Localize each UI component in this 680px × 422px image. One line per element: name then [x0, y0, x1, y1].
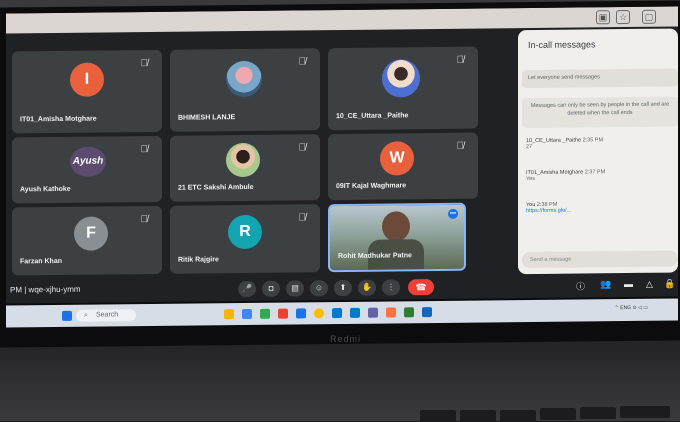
raise-hand-button[interactable]: ✋: [358, 279, 376, 296]
avatar: Ayush: [70, 146, 106, 177]
message-input-placeholder: Send a message: [530, 256, 572, 264]
participant-name: BHIMESH LANJE: [178, 114, 236, 122]
meeting-time: PM: [10, 285, 22, 295]
key: [500, 410, 536, 422]
mic-muted-icon: 🎙̸: [298, 142, 307, 154]
key: [420, 410, 456, 422]
participant-name: 21 ETC Sakshi Ambule: [178, 183, 254, 192]
avatar: W: [380, 141, 414, 176]
participant-name: 09IT Kajal Waghmare: [336, 182, 407, 191]
key: [540, 408, 576, 420]
chat-message: IT01_Amisha Motghare 2:37 PM Yes: [526, 169, 605, 182]
search-label: Search: [96, 311, 119, 319]
explorer-icon[interactable]: [224, 309, 234, 320]
captions-button[interactable]: ▤: [286, 280, 304, 297]
participant-tile[interactable]: W 🎙̸ 09IT Kajal Waghmare: [328, 132, 478, 201]
mic-muted-icon: 🎙̸: [456, 140, 465, 152]
end-call-button[interactable]: ☎: [408, 279, 434, 296]
participant-tile[interactable]: 🎙̸ 10_CE_Uttara _Paithe: [328, 46, 478, 131]
people-icon[interactable]: 👥: [600, 279, 611, 290]
mic-muted-icon: 🎙̸: [298, 56, 307, 68]
edge-icon[interactable]: [332, 308, 342, 319]
message-text: Yes: [526, 175, 535, 183]
key: [620, 406, 670, 418]
app-icon[interactable]: [368, 307, 378, 318]
taskbar-search[interactable]: ⌕ Search: [76, 309, 136, 322]
message-input[interactable]: Send a message: [522, 250, 678, 269]
message-time: 2:37 PM: [584, 169, 606, 176]
participant-tile[interactable]: F 🎙̸ Farzan Khan: [12, 205, 162, 276]
meeting-code: wqe-xjhu-ymm: [28, 284, 81, 295]
laptop-screen: ▣ ☆ ▢ I 🎙̸ IT01_Amisha Motghare 🎙̸ BHIME…: [6, 6, 678, 304]
windows-start-icon[interactable]: [62, 310, 72, 321]
avatar: R: [228, 214, 262, 250]
mic-muted-icon: 🎙̸: [140, 214, 149, 226]
avatar-photo: [226, 60, 262, 98]
message-text: 27: [526, 144, 533, 151]
info-icon[interactable]: ⓘ: [576, 279, 585, 292]
chat-icon[interactable]: ▬: [624, 279, 633, 289]
participant-tile[interactable]: R 🎙̸ Ritik Rajgire: [170, 204, 320, 274]
participant-name: Farzan Khan: [20, 257, 63, 266]
key: [460, 410, 496, 422]
avatar: I: [70, 62, 104, 97]
app-icon[interactable]: [278, 308, 288, 319]
participant-name: Ritik Rajgire: [178, 256, 219, 264]
chat-message: You 2:38 PM https://forms.gle/...: [526, 202, 571, 214]
video-person: [382, 211, 410, 242]
app-icon[interactable]: [422, 307, 432, 318]
store-icon[interactable]: [242, 308, 252, 320]
more-options-button[interactable]: ⋮: [382, 279, 400, 296]
send-messages-toggle[interactable]: Let everyone send messages: [522, 68, 678, 89]
chat-notice: Messages can only be seen by people in t…: [522, 96, 678, 129]
present-button[interactable]: ⬆: [334, 279, 352, 297]
window-restore-icon[interactable]: ▢: [642, 9, 656, 24]
system-tray[interactable]: ⌃ ENG ⊙ ◁ ▭: [615, 305, 648, 311]
panel-title: In-call messages: [528, 39, 596, 51]
search-icon: ⌕: [84, 311, 88, 319]
extension-icon[interactable]: ▣: [596, 10, 610, 25]
participant-name: Ayush Kathoke: [20, 185, 71, 194]
vscode-icon[interactable]: [350, 307, 360, 318]
laptop-keyboard: [0, 360, 680, 422]
in-call-messages-panel: In-call messages Let everyone send messa…: [518, 28, 678, 275]
lock-icon[interactable]: 🔒: [664, 279, 675, 290]
mic-muted-icon: 🎙̸: [140, 58, 149, 70]
participant-tile[interactable]: 🎙̸ 21 ETC Sakshi Ambule: [170, 134, 320, 202]
mic-muted-icon: 🎙̸: [140, 144, 149, 156]
app-icon[interactable]: [404, 307, 414, 318]
emoji-button[interactable]: ☺: [310, 280, 328, 297]
avatar: F: [74, 216, 108, 251]
message-time: 2:35 PM: [582, 137, 604, 144]
app-icon[interactable]: [260, 308, 270, 319]
camera-button[interactable]: ◘: [262, 280, 280, 297]
laptop-brand-logo: Redmi: [330, 334, 362, 344]
participant-tile[interactable]: I 🎙̸ IT01_Amisha Motghare: [12, 49, 162, 134]
participant-name: 10_CE_Uttara _Paithe: [336, 112, 409, 121]
app-icon[interactable]: [386, 307, 396, 318]
message-link[interactable]: https://forms.gle/...: [526, 208, 571, 214]
participant-name: IT01_Amisha Motghare: [20, 115, 97, 124]
avatar-photo: [226, 142, 260, 178]
app-icon[interactable]: [296, 308, 306, 319]
chat-message: 10_CE_Uttara _Paithe 2:35 PM 27: [526, 137, 603, 150]
participant-tile-speaking[interactable]: ••• Rohit Madhukar Patne: [328, 202, 466, 273]
chrome-icon[interactable]: [314, 308, 324, 319]
avatar-photo: [382, 59, 420, 98]
meeting-info: PM | wqe-xjhu-ymm: [10, 284, 81, 295]
toggle-label: Let everyone send messages: [528, 74, 600, 82]
star-icon[interactable]: ☆: [616, 9, 630, 25]
participant-name: Rohit Madhukar Patne: [338, 252, 412, 261]
participant-tile[interactable]: 🎙̸ BHIMESH LANJE: [170, 48, 320, 132]
participant-tile[interactable]: Ayush 🎙̸ Ayush Kathoke: [12, 135, 162, 204]
key: [580, 407, 616, 419]
speaking-indicator-icon: •••: [448, 208, 458, 219]
microphone-button[interactable]: 🎤: [238, 280, 256, 298]
message-sender: 10_CE_Uttara _Paithe: [526, 137, 582, 145]
activities-icon[interactable]: △: [646, 279, 653, 290]
mic-muted-icon: 🎙̸: [456, 54, 465, 66]
mic-muted-icon: 🎙̸: [298, 212, 307, 224]
